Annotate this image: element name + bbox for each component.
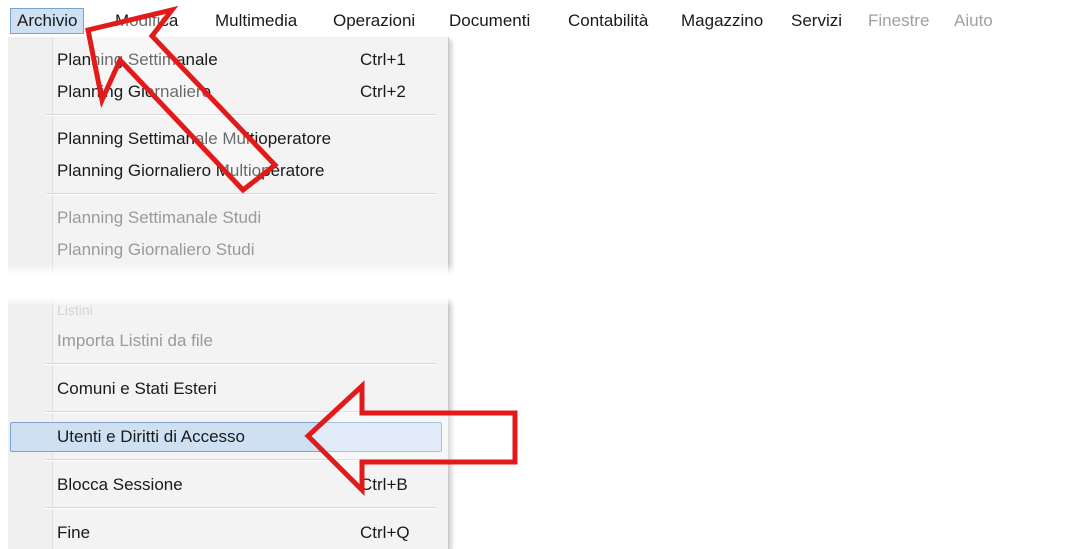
menu-separator bbox=[46, 363, 436, 365]
menu-magazzino[interactable]: Magazzino bbox=[681, 9, 763, 33]
menu-separator bbox=[46, 507, 436, 509]
menu-finestre: Finestre bbox=[868, 11, 930, 30]
menu-modifica[interactable]: Modifica bbox=[115, 9, 178, 33]
menu-bar: Archivio Modifica Multimedia Operazioni … bbox=[0, 0, 1090, 38]
menu-archivio[interactable]: Archivio bbox=[10, 8, 85, 34]
menu-item-blocca-sessione[interactable]: Blocca Sessione bbox=[57, 473, 183, 497]
menu-item-planning-settimanale[interactable]: Planning Settimanale bbox=[57, 48, 218, 72]
menu-multimedia[interactable]: Multimedia bbox=[215, 9, 297, 33]
menu-item-listini: Listini bbox=[57, 302, 93, 318]
menu-separator bbox=[46, 114, 436, 116]
menu-item-planning-settimanale-studi: Planning Settimanale Studi bbox=[57, 208, 262, 227]
menu-aiuto: Aiuto bbox=[954, 11, 993, 30]
menu-operazioni[interactable]: Operazioni bbox=[333, 9, 415, 33]
menu-item-planning-giornaliero-studi: Planning Giornaliero Studi bbox=[57, 240, 255, 259]
menu-documenti[interactable]: Documenti bbox=[449, 9, 530, 33]
menu-item-planning-giornaliero[interactable]: Planning Giornaliero bbox=[57, 80, 211, 104]
shortcut-ctrl-2: Ctrl+2 bbox=[360, 82, 406, 101]
menu-separator bbox=[46, 411, 436, 413]
menu-contabilita[interactable]: Contabilità bbox=[568, 9, 648, 33]
menu-item-planning-giornaliero-multioperatore[interactable]: Planning Giornaliero Multioperatore bbox=[57, 159, 324, 183]
menu-item-importa-listini: Importa Listini da file bbox=[57, 331, 213, 350]
shortcut-ctrl-1: Ctrl+1 bbox=[360, 50, 406, 69]
menu-item-comuni-stati-esteri[interactable]: Comuni e Stati Esteri bbox=[57, 377, 217, 401]
menu-separator bbox=[46, 459, 436, 461]
menu-item-fine[interactable]: Fine bbox=[57, 521, 90, 545]
shortcut-ctrl-b: Ctrl+B bbox=[360, 475, 408, 494]
shortcut-ctrl-q: Ctrl+Q bbox=[360, 523, 410, 542]
menu-servizi[interactable]: Servizi bbox=[791, 9, 842, 33]
menu-item-planning-settimanale-multioperatore[interactable]: Planning Settimanale Multioperatore bbox=[57, 127, 331, 151]
menu-separator bbox=[46, 193, 436, 195]
menu-item-utenti-diritti-accesso[interactable]: Utenti e Diritti di Accesso bbox=[57, 425, 245, 449]
